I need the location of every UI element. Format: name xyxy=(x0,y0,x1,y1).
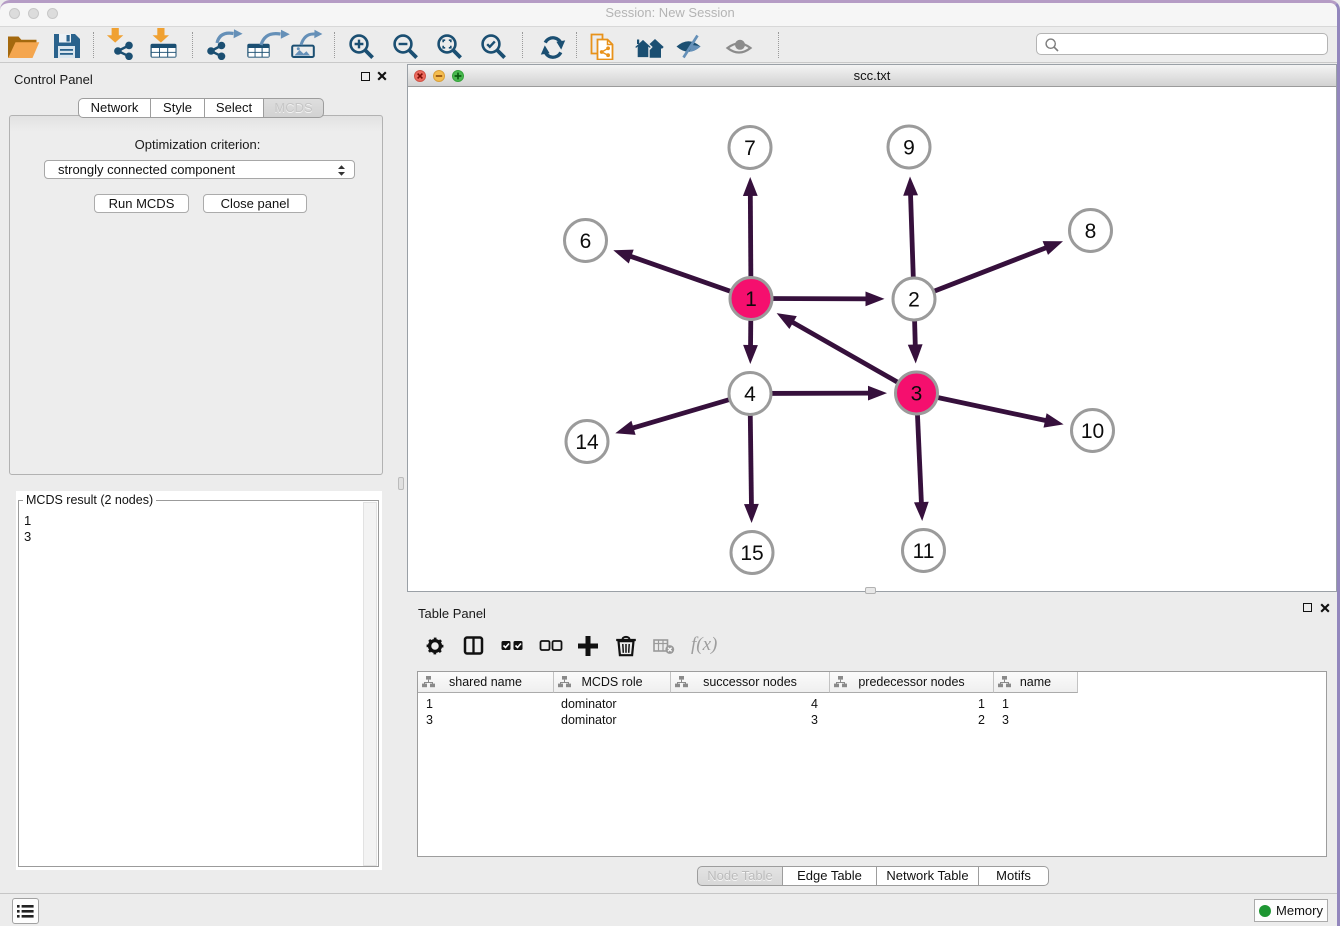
svg-text:11: 11 xyxy=(913,540,935,563)
svg-text:8: 8 xyxy=(1085,220,1097,243)
svg-text:9: 9 xyxy=(903,137,915,160)
svg-text:2: 2 xyxy=(908,289,920,312)
svg-text:10: 10 xyxy=(1081,420,1104,443)
svg-text:1: 1 xyxy=(745,288,757,311)
svg-text:4: 4 xyxy=(744,383,756,406)
svg-text:3: 3 xyxy=(911,383,923,406)
svg-text:7: 7 xyxy=(744,137,756,160)
svg-text:6: 6 xyxy=(580,230,592,253)
svg-text:15: 15 xyxy=(740,542,763,565)
svg-text:14: 14 xyxy=(575,431,599,454)
